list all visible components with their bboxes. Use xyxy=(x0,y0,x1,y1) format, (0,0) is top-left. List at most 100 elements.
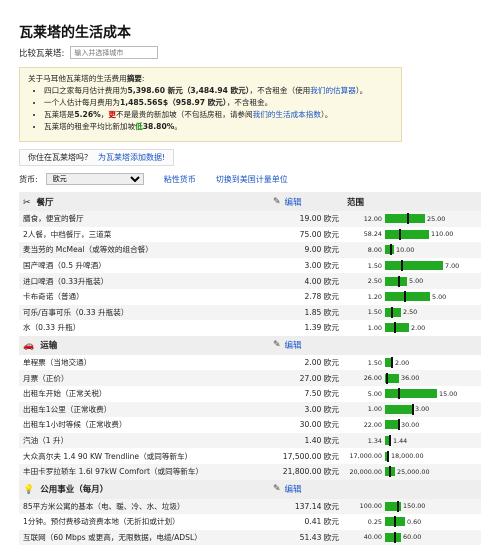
item-name: 麦当劳的 McMeal（或等效的组合餐） xyxy=(19,242,269,258)
range-marker xyxy=(391,306,393,318)
live-here-question: 你住在瓦莱塔吗？ xyxy=(28,153,92,162)
price-row: 水（0.33 升瓶） 1.39 欧元 1.00 2.00 xyxy=(19,320,481,336)
range-bar xyxy=(385,291,430,303)
summary-box: 关于马耳他瓦莱塔的生活费用摘要: 四口之家每月估计费用为5,398.60 新元（… xyxy=(19,67,402,142)
item-range: 1.34 1.44 xyxy=(343,432,481,449)
range-high: 10.00 xyxy=(396,245,415,254)
section-title: 公用事业（每月） xyxy=(40,485,109,495)
item-name: 出租车开始（正常关税） xyxy=(23,389,107,399)
range-low: 2.50 xyxy=(367,277,382,286)
item-range: 1.50 7.00 xyxy=(343,258,481,274)
range-low: 1.20 xyxy=(367,292,382,301)
item-range: 12.00 25.00 xyxy=(343,211,481,227)
edit-cell: ✎ 编辑 xyxy=(269,335,343,355)
cost-index-link[interactable]: 我们的生活成本指数 xyxy=(253,110,321,119)
item-price: 0.41 欧元 xyxy=(304,517,339,527)
range-bar xyxy=(385,531,401,543)
range-low: 1.34 xyxy=(367,436,382,445)
restaurants-icon: ✂ xyxy=(23,197,31,208)
summary-intro-bold: 摘要 xyxy=(126,74,142,83)
item-name: 丰田卡罗拉轿车 1.6l 97kW Comfort（或同等新车） xyxy=(19,463,269,480)
range-bar xyxy=(385,372,399,384)
pencil-icon[interactable]: ✎ xyxy=(273,197,281,207)
item-name: 单程票（当地交通） xyxy=(23,358,92,368)
range-low: 17,000.00 xyxy=(349,452,382,461)
price-row: 2人餐，中档餐厅，三道菜 75.00 欧元 58.24 110.00 xyxy=(19,227,481,243)
section-title: 运输 xyxy=(40,341,58,352)
range-low: 40.00 xyxy=(363,533,382,542)
item-price: 2.00 欧元 xyxy=(304,358,339,368)
item-range: 20,000.00 25,000.00 xyxy=(343,463,481,480)
range-low: 1.00 xyxy=(367,323,382,332)
range-bar xyxy=(385,306,401,318)
compare-label: 比较瓦莱塔: xyxy=(19,48,65,59)
price-row: 麦当劳的 McMeal（或等效的组合餐） 9.00 欧元 8.00 10.00 xyxy=(19,242,481,258)
range-bar xyxy=(385,228,429,240)
section-title-cell: ✂ 餐厅 xyxy=(19,192,269,211)
summary-text: ，不含租金。 xyxy=(226,98,273,107)
range-low: 12.00 xyxy=(363,214,382,223)
item-price: 137.14 欧元 xyxy=(269,498,343,515)
range-marker xyxy=(387,450,389,462)
range-header xyxy=(343,335,481,355)
range-header: 范围 xyxy=(343,192,481,211)
switch-units-link[interactable]: 切换到美国计量单位 xyxy=(216,174,288,185)
range-bar xyxy=(385,322,409,334)
pencil-icon[interactable]: ✎ xyxy=(273,340,281,350)
range-bar xyxy=(385,435,391,447)
item-name: 大众高尔夫 1.4 90 KW Trendline（或同等新车） xyxy=(23,451,193,461)
currency-row: 货币: 欧元 粘性货币 切换到美国计量单位 xyxy=(19,173,288,185)
range-high: 60.00 xyxy=(403,533,422,542)
summary-text: ，不含租金（使用 xyxy=(249,86,311,95)
summary-text: 。 xyxy=(174,122,182,131)
transport-icon: 🚗 xyxy=(23,341,35,352)
item-price: 3.00 欧元 xyxy=(304,261,339,271)
range-bar xyxy=(385,357,393,369)
summary-list: 四口之家每月估计费用为5,398.60 新元（3,484.94 欧元），不含租金… xyxy=(28,85,393,133)
range-high: 25,000.00 xyxy=(397,467,430,476)
section-header-transport: 🚗 运输 ✎ 编辑 xyxy=(19,335,481,355)
item-price: 17,500.00 欧元 xyxy=(282,451,339,461)
item-price: 7.50 欧元 xyxy=(304,389,339,399)
range-high: 1.44 xyxy=(393,436,408,445)
summary-text: 一个人估计每月费用为 xyxy=(44,98,120,107)
range-high: 5.00 xyxy=(409,277,424,286)
item-range: 1.50 2.50 xyxy=(343,304,481,321)
item-price: 4.00 欧元 xyxy=(269,273,343,289)
range-marker xyxy=(404,291,406,303)
summary-text: ）。 xyxy=(355,86,368,95)
edit-cell: ✎ 编辑 xyxy=(269,192,343,211)
item-range: 1.00 3.00 xyxy=(343,401,481,418)
range-marker xyxy=(390,244,392,256)
prices-table: ✂ 餐厅 ✎ 编辑 范围 膳食，便宜的餐厅 19.00 欧元 12.00 25.00 2人餐，中档… xyxy=(19,192,481,546)
item-range: 1.20 5.00 xyxy=(343,289,481,305)
range-bar xyxy=(385,466,395,478)
price-row: 1分钟。预付费移动资费本地（无折扣或计划） 0.41 欧元 0.25 0.60 xyxy=(19,514,481,530)
item-name: 月票（正价） xyxy=(19,370,269,386)
estimator-link[interactable]: 我们的估算器 xyxy=(310,86,356,95)
item-range: 100.00 150.00 xyxy=(343,498,481,515)
currency-select[interactable]: 欧元 xyxy=(45,173,144,185)
item-price: 75.00 欧元 xyxy=(299,229,339,239)
compare-city-input[interactable] xyxy=(70,46,159,59)
page: 瓦莱塔的生活成本 比较瓦莱塔: 关于马耳他瓦莱塔的生活费用摘要: 四口之家每月估… xyxy=(0,0,500,553)
edit-transport-link[interactable]: 编辑 xyxy=(285,339,302,351)
summary-item-single: 一个人估计每月费用为1,485.56S$（958.97 欧元），不含租金。 xyxy=(44,97,393,109)
add-data-link[interactable]: 为瓦莱塔添加数据! xyxy=(98,152,165,163)
item-name: 1分钟。预付费移动资费本地（无折扣或计划） xyxy=(23,517,180,527)
item-name: 水（0.33 升瓶） xyxy=(23,323,81,333)
range-low: 1.00 xyxy=(367,405,382,414)
section-header-restaurants: ✂ 餐厅 ✎ 编辑 范围 xyxy=(19,192,481,211)
edit-restaurants-link[interactable]: 编辑 xyxy=(285,196,302,208)
range-marker xyxy=(407,213,409,225)
pencil-icon[interactable]: ✎ xyxy=(273,484,281,494)
summary-text: 四口之家每月估计费用为 xyxy=(44,86,128,95)
range-high: 2.00 xyxy=(395,358,410,367)
item-price: 21,800.00 欧元 xyxy=(269,463,343,480)
range-low: 8.00 xyxy=(367,245,382,254)
edit-utilities-link[interactable]: 编辑 xyxy=(285,483,302,495)
summary-item-family: 四口之家每月估计费用为5,398.60 新元（3,484.94 欧元），不含租金… xyxy=(44,85,393,97)
sticky-currency-link[interactable]: 粘性货币 xyxy=(164,174,196,185)
summary-value: 38.80% xyxy=(142,122,175,131)
item-name: 出租车1小时等候（正常收费） xyxy=(23,420,127,430)
